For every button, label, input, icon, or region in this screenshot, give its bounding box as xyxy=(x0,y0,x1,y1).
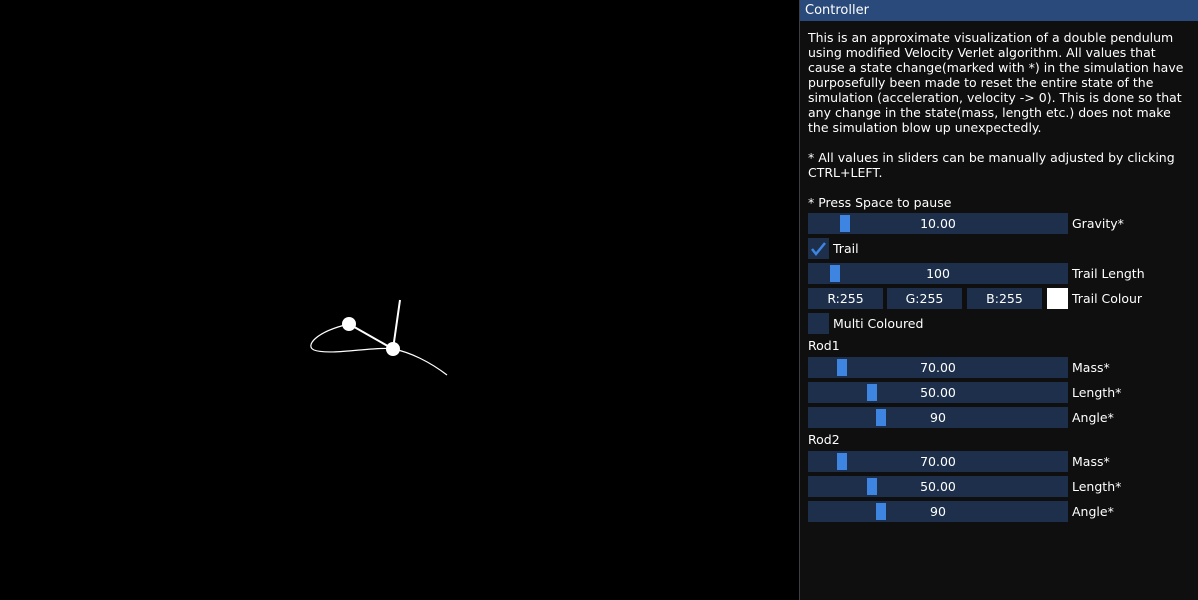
multi-coloured-label: Multi Coloured xyxy=(833,316,924,331)
trail-row: Trail xyxy=(808,238,1192,259)
trail-length-value: 100 xyxy=(926,266,950,281)
rod1-angle-slider[interactable]: 90 xyxy=(808,407,1068,428)
rod2-length-value: 50.00 xyxy=(920,479,956,494)
trail-colour-red-input[interactable]: R:255 xyxy=(808,288,883,309)
gravity-value: 10.00 xyxy=(920,216,956,231)
rod2-mass-slider[interactable]: 70.00 xyxy=(808,451,1068,472)
rod1-length-slider[interactable]: 50.00 xyxy=(808,382,1068,403)
rod2-angle-row: 90 Angle* xyxy=(808,501,1192,522)
pendulum-bob-2[interactable] xyxy=(342,317,356,331)
pendulum-rod-1 xyxy=(392,299,401,350)
gravity-row: 10.00 Gravity* xyxy=(808,213,1192,234)
panel-body: This is an approximate visualization of … xyxy=(808,30,1192,522)
trail-length-slider[interactable]: 100 xyxy=(808,263,1068,284)
rod1-angle-row: 90 Angle* xyxy=(808,407,1192,428)
rod1-length-row: 50.00 Length* xyxy=(808,382,1192,403)
rod1-mass-slider[interactable]: 70.00 xyxy=(808,357,1068,378)
trail-colour-green-input[interactable]: G:255 xyxy=(887,288,962,309)
slider-note-text: * All values in sliders can be manually … xyxy=(808,150,1179,180)
trail-length-row: 100 Trail Length xyxy=(808,263,1192,284)
rod2-mass-row: 70.00 Mass* xyxy=(808,451,1192,472)
trail-label: Trail xyxy=(833,241,859,256)
rod1-angle-value: 90 xyxy=(930,410,946,425)
trail-length-label: Trail Length xyxy=(1072,266,1145,281)
multi-coloured-checkbox[interactable] xyxy=(808,313,829,334)
trail-colour-label: Trail Colour xyxy=(1072,291,1143,306)
pendulum-drawing xyxy=(310,299,448,376)
rod1-heading: Rod1 xyxy=(808,338,840,353)
rod2-angle-slider[interactable]: 90 xyxy=(808,501,1068,522)
pendulum-rod-2 xyxy=(348,323,394,350)
rod2-length-label: Length* xyxy=(1072,479,1122,494)
controller-panel: Controller This is an approximate visual… xyxy=(799,0,1198,600)
rod2-length-row: 50.00 Length* xyxy=(808,476,1192,497)
rod1-mass-label: Mass* xyxy=(1072,360,1110,375)
panel-title-bar[interactable]: Controller xyxy=(800,0,1198,21)
rod1-length-label: Length* xyxy=(1072,385,1122,400)
checkmark-icon xyxy=(811,242,826,256)
rod1-mass-row: 70.00 Mass* xyxy=(808,357,1192,378)
trail-colour-blue-input[interactable]: B:255 xyxy=(967,288,1042,309)
rod2-angle-label: Angle* xyxy=(1072,504,1114,519)
simulation-canvas[interactable] xyxy=(0,0,800,600)
rod1-mass-value: 70.00 xyxy=(920,360,956,375)
pendulum-trail xyxy=(310,323,448,376)
rod2-mass-label: Mass* xyxy=(1072,454,1110,469)
trail-colour-swatch[interactable] xyxy=(1047,288,1068,309)
multi-coloured-row: Multi Coloured xyxy=(808,313,1192,334)
trail-colour-row: R:255 G:255 B:255 Trail Colour xyxy=(808,288,1192,309)
rod2-angle-value: 90 xyxy=(930,504,946,519)
description-text: This is an approximate visualization of … xyxy=(808,30,1188,135)
panel-title: Controller xyxy=(805,3,869,18)
rod1-angle-label: Angle* xyxy=(1072,410,1114,425)
gravity-slider[interactable]: 10.00 xyxy=(808,213,1068,234)
rod2-heading: Rod2 xyxy=(808,432,840,447)
rod1-length-value: 50.00 xyxy=(920,385,956,400)
pendulum-bob-1[interactable] xyxy=(386,342,400,356)
rod2-length-slider[interactable]: 50.00 xyxy=(808,476,1068,497)
rod2-mass-value: 70.00 xyxy=(920,454,956,469)
pause-note-text: * Press Space to pause xyxy=(808,195,952,210)
gravity-label: Gravity* xyxy=(1072,216,1124,231)
trail-checkbox[interactable] xyxy=(808,238,829,259)
